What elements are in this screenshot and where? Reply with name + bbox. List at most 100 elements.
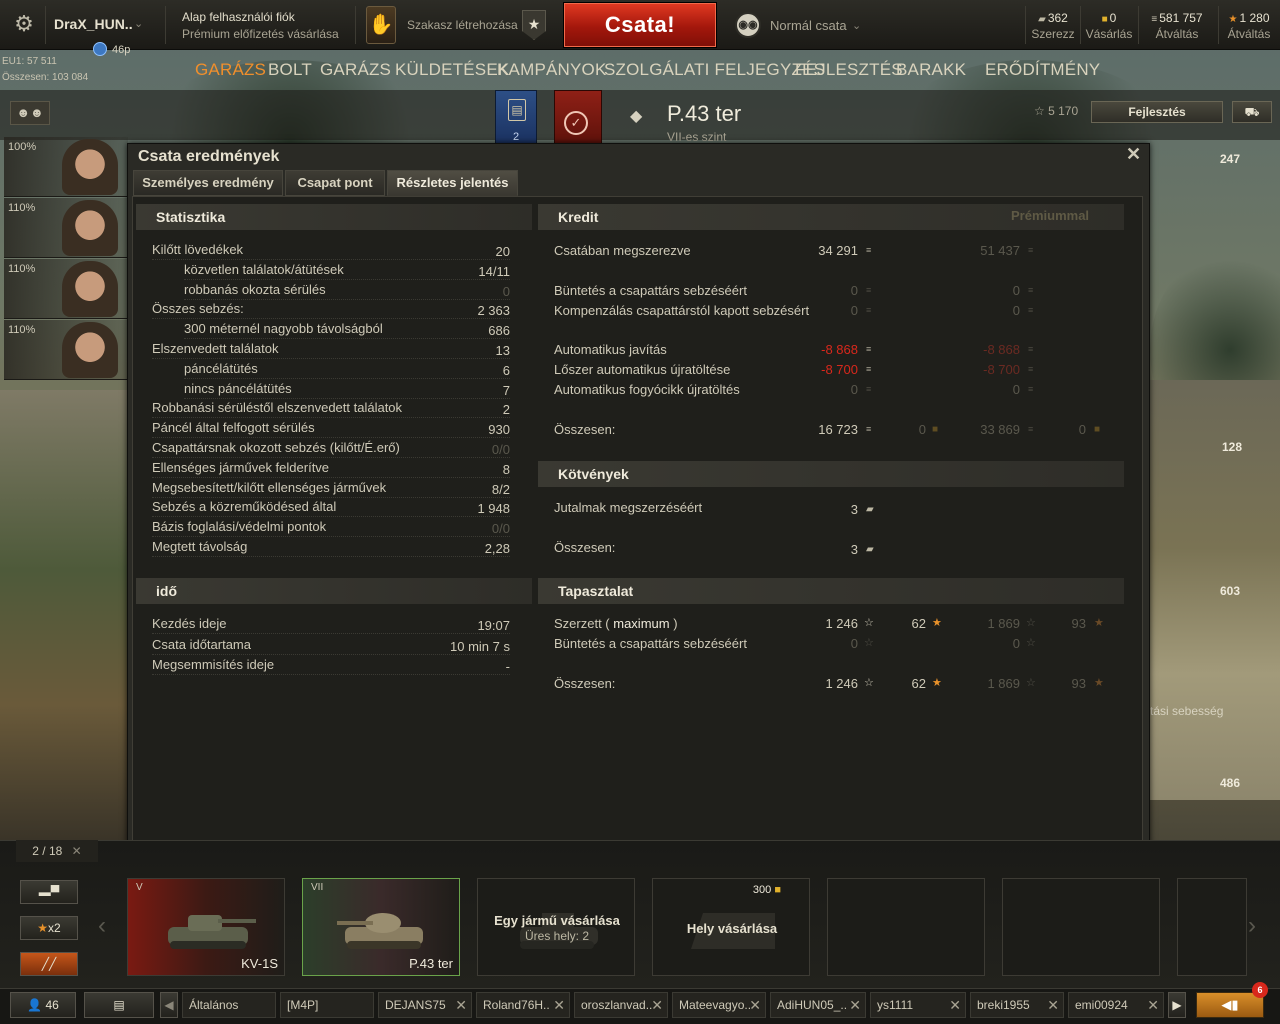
credits-currency[interactable]: ≡ 581 757 Átváltás <box>1144 11 1210 41</box>
credit-label: Automatikus javítás <box>554 342 667 357</box>
credits-icon: ≡ <box>1151 14 1158 25</box>
stat-value: 14/11 <box>478 263 510 279</box>
free-xp-value: 62 <box>911 676 926 691</box>
chat-channel-tab[interactable]: Általános <box>182 992 276 1018</box>
nav-garage[interactable]: GARÁZS <box>195 60 266 80</box>
credit-label: Büntetés a csapattárs sebzéséért <box>554 283 747 298</box>
gold-currency[interactable]: ■ 0 Vásárlás <box>1084 11 1134 41</box>
close-icon[interactable]: ✕ <box>72 844 82 858</box>
experience-header: Tapasztalat <box>538 578 1124 604</box>
chat-channel-tab[interactable]: emi00924 ✕ <box>1068 992 1164 1018</box>
tab-detailed-report[interactable]: Részletes jelentés <box>387 170 518 196</box>
nav-research[interactable]: FEJLESZTÉS <box>795 60 903 80</box>
chat-channel-tab[interactable]: AdiHUN05_.. ✕ <box>770 992 866 1018</box>
crew-portrait <box>62 139 118 195</box>
nav-garage-2[interactable]: GARÁZS <box>320 60 391 80</box>
credit-premium-value: 0 <box>1012 283 1020 298</box>
stat-label: Páncél által felfogott sérülés <box>152 420 315 436</box>
stat-label: Megtett távolság <box>152 539 248 554</box>
row-divider <box>152 457 510 458</box>
chat-channel-tab[interactable]: breki1955 ✕ <box>970 992 1064 1018</box>
tank-filter-icon[interactable]: ▬▀ <box>20 880 78 904</box>
stat-label: Bázis foglalási/védelmi pontok <box>152 519 327 535</box>
vehicle-param-value: 486 <box>1220 776 1241 790</box>
battle-mode-icon[interactable]: ◉◉ <box>735 12 761 38</box>
free-xp-value: 62 <box>911 616 926 631</box>
account-name[interactable]: DraX_HUN.. <box>54 16 133 32</box>
vehicle-card-p43ter[interactable]: VII P.43 ter <box>302 878 460 976</box>
credit-value: 34 291 <box>818 243 858 258</box>
bonds-currency[interactable]: ▰ 362 Szerezz <box>1030 11 1076 41</box>
chevron-right-icon[interactable]: ▶ <box>1168 992 1186 1018</box>
crew-member-1[interactable]: 100% <box>4 137 128 197</box>
nav-stronghold[interactable]: ERŐDÍTMÉNY <box>985 60 1100 80</box>
vehicle-card-kv1s[interactable]: V KV-1S <box>127 878 285 976</box>
crew-menu-icon[interactable]: ☻☻ <box>10 101 50 125</box>
xp-label: Büntetés a csapattárs sebzéséért <box>554 636 747 651</box>
close-icon[interactable]: ✕ <box>949 993 961 1017</box>
row-divider <box>152 674 510 675</box>
row-divider <box>184 338 510 340</box>
xp-premium-value: 0 <box>1012 636 1020 651</box>
tank-tree-icon[interactable]: ⛟ <box>1232 101 1272 123</box>
crew-member-3[interactable]: 110% <box>4 259 128 319</box>
chevron-left-icon[interactable]: ‹ <box>98 912 106 940</box>
chat-channel-tab[interactable]: ys1111 ✕ <box>870 992 966 1018</box>
chat-channel-tab[interactable]: [M4P] <box>280 992 374 1018</box>
close-icon[interactable]: ✕ <box>455 993 467 1017</box>
crew-member-4[interactable]: 110% <box>4 320 128 380</box>
time-label: Csata időtartama <box>152 636 251 652</box>
online-players-button[interactable]: 👤 46 <box>10 992 76 1018</box>
xp-multiplier-filter[interactable]: ★x2 <box>20 916 78 940</box>
buy-premium-link[interactable]: Prémium előfizetés vásárlása <box>182 27 339 41</box>
close-icon[interactable]: ✕ <box>651 993 663 1017</box>
chat-channel-tab[interactable]: DEJANS75 ✕ <box>378 992 472 1018</box>
close-icon[interactable]: ✕ <box>849 993 861 1017</box>
battle-mode-select[interactable]: Normál csata <box>770 18 847 33</box>
buy-vehicle-slot[interactable]: Egy jármű vásárlása Üres hely: 2 <box>477 878 635 976</box>
stripes-icon[interactable]: ╱╱ <box>20 952 78 976</box>
chevron-right-icon[interactable]: › <box>1248 912 1256 940</box>
chat-channel-tab[interactable]: Mateevagyo.. ✕ <box>672 992 766 1018</box>
vehicle-param-value: 128 <box>1222 440 1243 454</box>
chat-channel-tab[interactable]: Roland76H.. ✕ <box>476 992 570 1018</box>
stat-label: Összes sebzés: <box>152 301 244 317</box>
close-icon[interactable]: ✕ <box>1047 993 1059 1017</box>
time-label: Kezdés ideje <box>152 616 227 631</box>
chevron-down-icon[interactable]: ⌄ <box>852 19 861 32</box>
squad-icon[interactable]: ✋ <box>366 6 396 44</box>
stat-label: Ellenséges járművek felderítve <box>152 459 330 475</box>
close-icon[interactable]: ✕ <box>749 993 761 1017</box>
close-icon[interactable]: ✕ <box>1147 993 1159 1017</box>
crew-member-2[interactable]: 110% <box>4 198 128 258</box>
credits-icon: ≡ <box>1028 285 1034 295</box>
chevron-left-icon[interactable]: ◀ <box>160 992 178 1018</box>
nav-service-record[interactable]: SZOLGÁLATI FELJEGYZÉS <box>604 60 825 80</box>
create-squad-button[interactable]: Szakasz létrehozása <box>407 18 518 32</box>
settings-gear-icon[interactable]: ⚙ <box>10 10 38 38</box>
chat-channel-tab[interactable]: oroszlanvad.. ✕ <box>574 992 668 1018</box>
vehicle-xp: ☆ 5 170 <box>1034 104 1079 118</box>
close-icon[interactable]: ✕ <box>553 993 565 1017</box>
stat-value: 13 <box>495 343 510 358</box>
credit-label: Lőszer automatikus újratöltése <box>554 362 731 377</box>
bonds-label: Összesen: <box>554 540 616 555</box>
stat-label: Robbanási sérüléstől elszenvedett talála… <box>152 400 403 416</box>
free-xp-currency[interactable]: ★ 1 280 Átváltás <box>1222 11 1276 41</box>
chevron-down-icon[interactable]: ⌄ <box>134 17 143 30</box>
credits-icon: ≡ <box>866 364 872 374</box>
nav-campaigns[interactable]: KAMPÁNYOK <box>497 60 607 80</box>
row-divider <box>152 358 510 359</box>
nav-missions[interactable]: KÜLDETÉSEK <box>395 60 509 80</box>
buy-slot-card[interactable]: 300 ■ Hely vásárlása <box>652 878 810 976</box>
nav-barracks[interactable]: BARAKK <box>896 60 966 80</box>
close-icon[interactable]: ✕ <box>1126 144 1141 165</box>
research-button[interactable]: Fejlesztés <box>1091 101 1223 123</box>
tab-personal-result[interactable]: Személyes eredmény <box>133 170 283 196</box>
stat-value: 0 <box>502 283 510 299</box>
chat-icon[interactable]: ▤ <box>84 992 154 1018</box>
nav-shop[interactable]: BOLT <box>268 60 312 80</box>
tab-team-score[interactable]: Csapat pont <box>285 170 385 196</box>
battle-button[interactable]: Csata! <box>563 2 717 48</box>
xp-value: 0 <box>850 636 858 651</box>
